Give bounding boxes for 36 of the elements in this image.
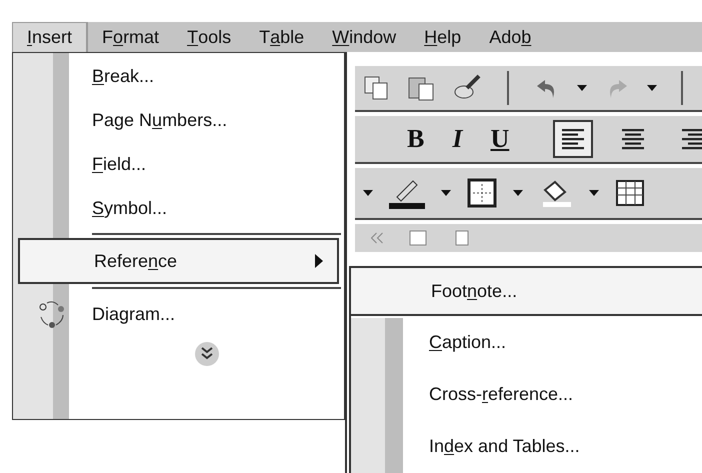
align-left-button[interactable] — [553, 120, 594, 158]
menu-option[interactable]: Field... — [12, 142, 345, 186]
menu-option[interactable]: Page Numbers... — [12, 98, 345, 142]
submenu-arrow-icon — [315, 254, 323, 268]
menu-item[interactable]: Adob — [475, 22, 546, 52]
border-icon — [467, 178, 497, 208]
menu-item[interactable]: Tools — [173, 22, 246, 52]
dropdown-arrow-icon[interactable] — [577, 85, 587, 91]
menu-item[interactable]: Table — [245, 22, 318, 52]
menu-item[interactable]: Window — [318, 22, 410, 52]
dropdown-arrow-icon[interactable] — [363, 190, 373, 196]
underline-button[interactable]: U — [486, 126, 514, 152]
italic-button[interactable]: I — [448, 126, 466, 152]
menu-item[interactable]: Format — [88, 22, 174, 52]
diagram-icon — [37, 299, 67, 329]
align-right-icon — [681, 128, 702, 150]
double-arrow-icon — [371, 232, 384, 244]
menu-item[interactable]: Help — [410, 22, 476, 52]
menu-option[interactable]: Break... — [12, 54, 345, 98]
menu-option[interactable]: Reference — [18, 238, 339, 284]
menu-option[interactable]: Cross-reference... — [349, 368, 702, 420]
menu-option[interactable]: Footnote... — [349, 266, 702, 316]
dropdown-arrow-icon[interactable] — [513, 190, 523, 196]
bold-button[interactable]: B — [403, 126, 428, 152]
expand-chevron-icon[interactable] — [194, 341, 220, 367]
menu-option[interactable]: Symbol... — [12, 186, 345, 230]
menu-option[interactable]: Index and Tables... — [349, 420, 702, 472]
menu-item[interactable]: Insert — [12, 22, 88, 52]
table-icon — [615, 179, 645, 207]
menu-option[interactable]: Diagram... — [12, 292, 345, 336]
dropdown-arrow-icon[interactable] — [441, 190, 451, 196]
align-left-icon — [561, 128, 586, 150]
align-center-icon — [621, 128, 646, 150]
dropdown-arrow-icon[interactable] — [589, 190, 599, 196]
dropdown-arrow-icon[interactable] — [647, 85, 657, 91]
menu-option[interactable]: Caption... — [349, 316, 702, 368]
